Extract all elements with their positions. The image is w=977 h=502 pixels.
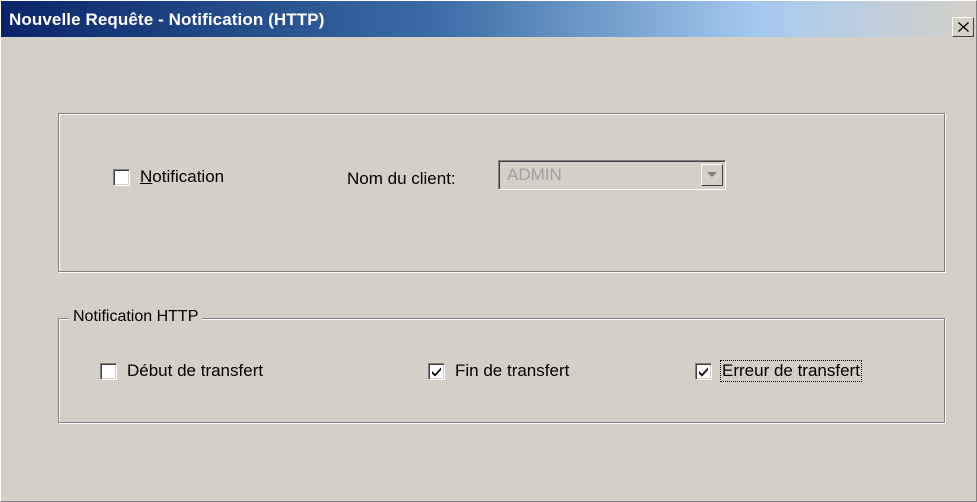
transfer-end-checkbox[interactable] xyxy=(428,362,445,380)
check-icon xyxy=(699,367,708,376)
title-bar[interactable]: Nouvelle Requête - Notification (HTTP) xyxy=(1,1,976,37)
transfer-start-checkbox[interactable] xyxy=(100,362,117,380)
transfer-end-checkbox-row[interactable]: Fin de transfert xyxy=(428,361,569,381)
http-group-legend: Notification HTTP xyxy=(69,308,203,326)
client-name-value: ADMIN xyxy=(507,165,562,184)
dropdown-button[interactable] xyxy=(701,164,723,186)
client-name-dropdown[interactable]: ADMIN xyxy=(498,160,726,190)
notification-checkbox[interactable] xyxy=(113,168,130,186)
notification-checkbox-row[interactable]: Notification xyxy=(113,167,224,187)
close-button[interactable] xyxy=(952,17,974,37)
transfer-error-checkbox[interactable] xyxy=(695,362,712,380)
transfer-start-label: Début de transfert xyxy=(127,361,264,380)
transfer-end-label: Fin de transfert xyxy=(455,361,570,380)
transfer-start-checkbox-row[interactable]: Début de transfert xyxy=(100,361,263,381)
check-icon xyxy=(432,367,441,376)
transfer-error-label: Erreur de transfert xyxy=(720,360,862,382)
chevron-down-icon xyxy=(707,172,717,177)
dialog-window: Nouvelle Requête - Notification (HTTP) N… xyxy=(0,0,977,502)
close-icon xyxy=(958,22,969,32)
notification-checkbox-label: Notification xyxy=(140,167,225,186)
notification-group xyxy=(58,113,945,272)
transfer-error-checkbox-row[interactable]: Erreur de transfert xyxy=(695,360,862,382)
window-title: Nouvelle Requête - Notification (HTTP) xyxy=(9,10,325,29)
client-name-label: Nom du client: xyxy=(347,169,456,188)
